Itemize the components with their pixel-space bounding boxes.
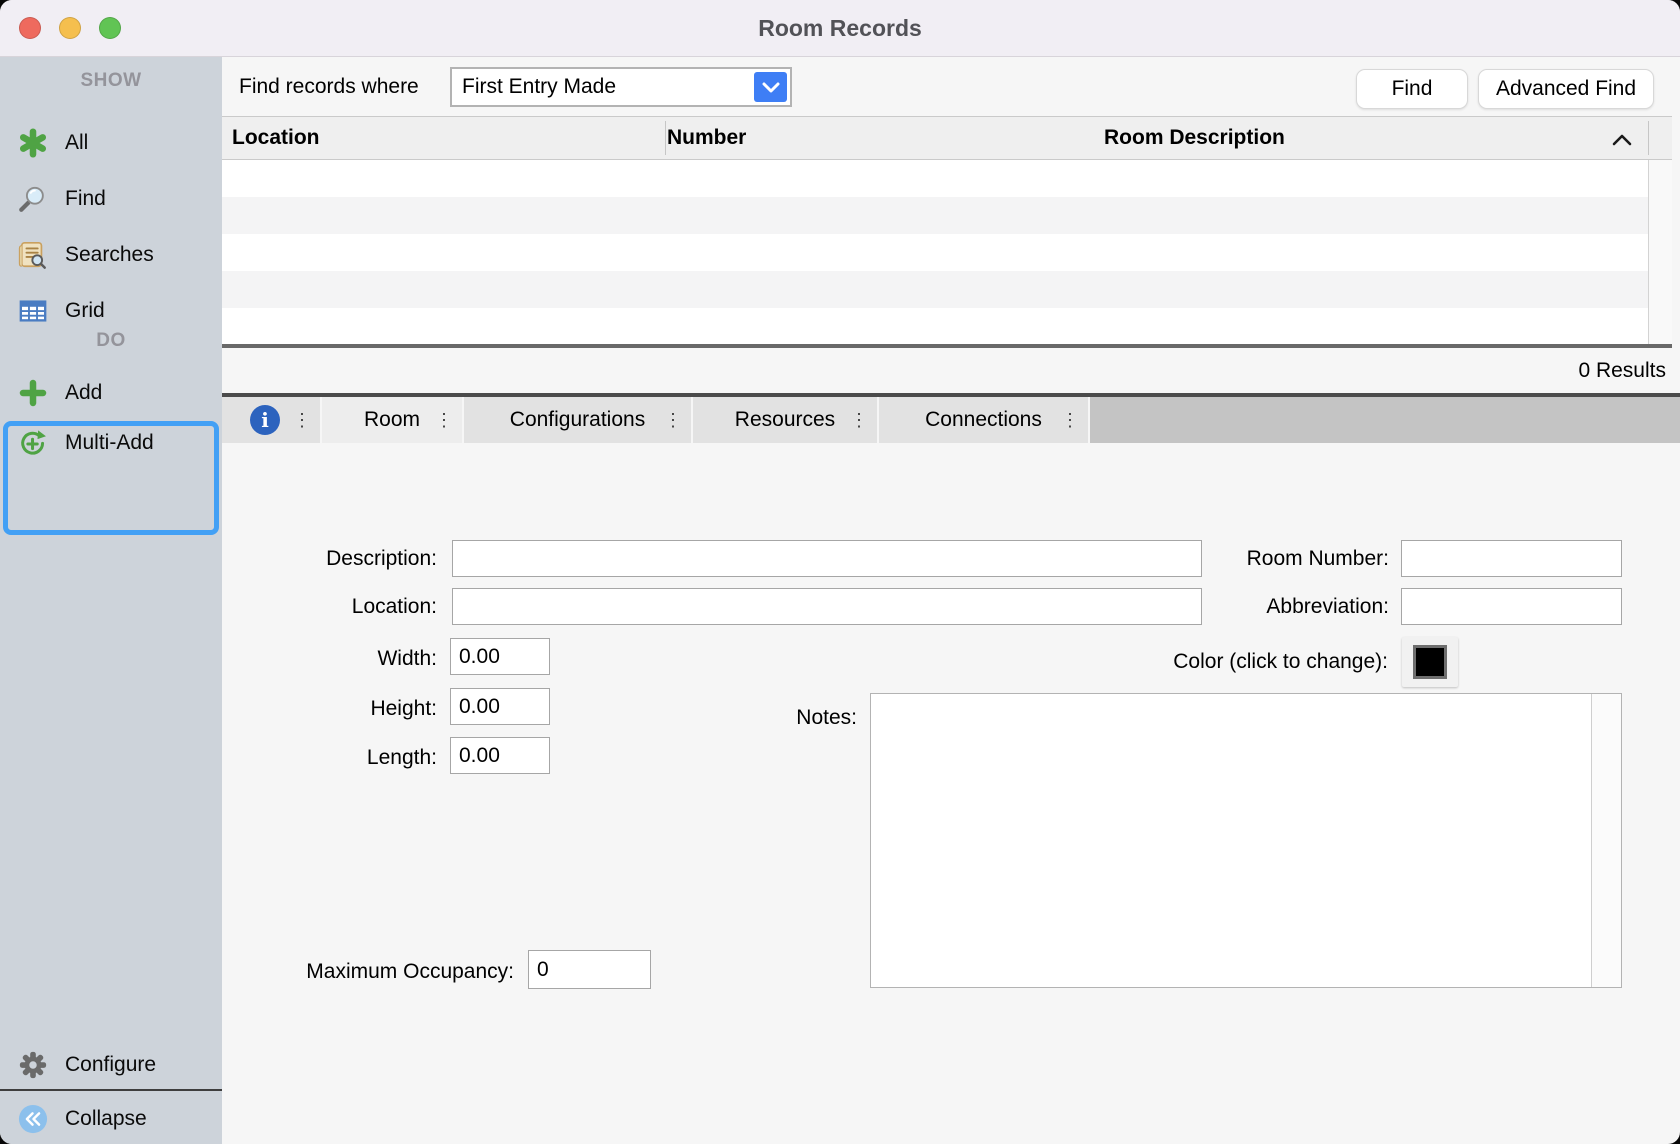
height-label: Height: — [370, 695, 437, 723]
color-label: Color (click to change): — [1173, 648, 1388, 676]
results-table-header: Location Number Room Description — [222, 116, 1672, 160]
sidebar-item-all[interactable]: All — [0, 117, 222, 169]
results-count: 0 Results — [222, 348, 1666, 393]
tab-menu-dots-icon[interactable]: ⋮ — [1061, 411, 1079, 429]
tab-menu-dots-icon[interactable]: ⋮ — [435, 411, 453, 429]
magnifier-icon — [16, 184, 50, 214]
notes-field[interactable] — [871, 694, 1591, 987]
multi-add-icon — [16, 428, 50, 458]
sidebar: SHOW All Find Searches Grid DO — [0, 57, 222, 1144]
dropdown-value: First Entry Made — [452, 69, 751, 105]
tab-bar: i ⋮ Room ⋮ Configurations ⋮ Resources ⋮ … — [222, 397, 1680, 443]
app-window: Room Records SHOW All Find Searches — [0, 0, 1680, 1144]
width-field[interactable] — [450, 638, 550, 675]
gear-icon — [16, 1050, 50, 1080]
description-field[interactable] — [452, 540, 1202, 577]
location-label: Location: — [352, 593, 437, 621]
chevron-down-icon[interactable] — [754, 72, 787, 102]
sidebar-section-do: DO — [0, 330, 222, 352]
width-label: Width: — [377, 645, 437, 673]
room-number-label: Room Number: — [1247, 545, 1389, 573]
tabbar-filler — [1090, 397, 1680, 443]
advanced-find-button[interactable]: Advanced Find — [1478, 69, 1654, 109]
height-field[interactable] — [450, 688, 550, 725]
tab-resources[interactable]: Resources ⋮ — [693, 397, 877, 443]
notes-field-container — [870, 693, 1622, 988]
chevron-up-icon — [1612, 133, 1632, 151]
title-bar: Room Records — [0, 0, 1680, 57]
sidebar-item-label: Add — [65, 381, 102, 405]
tab-menu-dots-icon[interactable]: ⋮ — [850, 411, 868, 429]
window-title: Room Records — [0, 0, 1680, 57]
notes-scrollbar-track[interactable] — [1591, 694, 1621, 987]
tab-menu-dots-icon[interactable]: ⋮ — [293, 411, 311, 429]
sidebar-item-searches[interactable]: Searches — [0, 229, 222, 281]
sidebar-item-label: Collapse — [65, 1107, 147, 1131]
asterisk-icon — [16, 128, 50, 158]
plus-icon — [16, 379, 50, 407]
tab-connections[interactable]: Connections ⋮ — [879, 397, 1088, 443]
tab-label: Room — [364, 408, 420, 432]
info-icon: i — [250, 405, 280, 435]
column-header-room-description[interactable]: Room Description — [1104, 117, 1285, 159]
tab-configurations[interactable]: Configurations ⋮ — [464, 397, 691, 443]
column-divider — [1648, 121, 1649, 155]
tab-room[interactable]: Room ⋮ — [322, 397, 462, 443]
sidebar-section-show: SHOW — [0, 70, 222, 92]
sidebar-item-add[interactable]: Add — [0, 369, 222, 417]
maximum-occupancy-field[interactable] — [528, 950, 651, 989]
tab-menu-dots-icon[interactable]: ⋮ — [664, 411, 682, 429]
tab-info[interactable]: i ⋮ — [222, 397, 320, 443]
sidebar-item-label: All — [65, 131, 88, 155]
sidebar-item-find[interactable]: Find — [0, 173, 222, 225]
sidebar-item-label: Grid — [65, 299, 105, 323]
maximum-occupancy-label: Maximum Occupancy: — [306, 958, 514, 986]
tab-label: Configurations — [510, 408, 645, 432]
find-field-dropdown[interactable]: First Entry Made — [450, 67, 792, 107]
color-swatch-button[interactable] — [1402, 637, 1458, 687]
sidebar-item-label: Find — [65, 187, 106, 211]
sidebar-item-label: Configure — [65, 1053, 156, 1077]
collapse-icon — [16, 1104, 50, 1134]
column-header-location[interactable]: Location — [232, 117, 320, 159]
tab-label: Resources — [735, 408, 835, 432]
find-records-where-label: Find records where — [239, 57, 419, 116]
location-field[interactable] — [452, 588, 1202, 625]
abbreviation-label: Abbreviation: — [1266, 593, 1389, 621]
column-divider — [665, 121, 666, 155]
description-label: Description: — [326, 545, 437, 573]
sidebar-item-configure[interactable]: Configure — [0, 1040, 222, 1090]
tab-label: Connections — [925, 408, 1042, 432]
color-swatch — [1413, 645, 1447, 679]
room-number-field[interactable] — [1401, 540, 1622, 577]
results-table-body — [222, 160, 1648, 344]
sidebar-item-multi-add[interactable]: Multi-Add — [0, 419, 222, 467]
find-button[interactable]: Find — [1356, 69, 1468, 109]
column-header-number[interactable]: Number — [667, 117, 746, 159]
grid-icon — [16, 296, 50, 326]
sidebar-item-collapse[interactable]: Collapse — [0, 1094, 222, 1144]
length-field[interactable] — [450, 737, 550, 774]
sidebar-item-label: Multi-Add — [65, 431, 154, 455]
notes-label: Notes: — [796, 704, 857, 732]
table-scrollbar-track[interactable] — [1648, 160, 1672, 344]
sidebar-item-label: Searches — [65, 243, 154, 267]
abbreviation-field[interactable] — [1401, 588, 1622, 625]
length-label: Length: — [367, 744, 437, 772]
saved-searches-icon — [16, 240, 50, 270]
